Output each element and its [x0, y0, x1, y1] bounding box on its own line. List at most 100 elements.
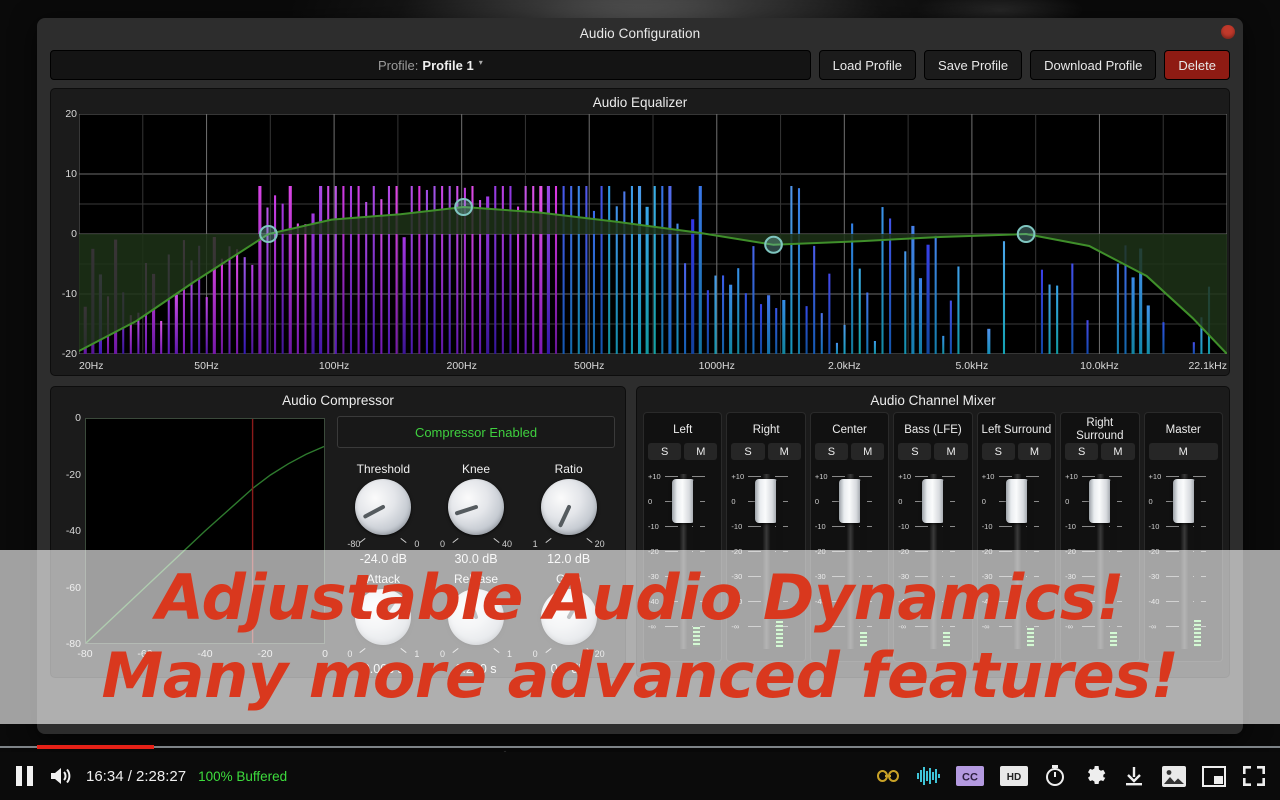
knob-min: 1 [532, 539, 538, 549]
knob-dial[interactable] [446, 479, 506, 539]
knob-dial[interactable] [353, 479, 413, 539]
progress-bar[interactable] [0, 745, 1280, 749]
fader-area[interactable]: +10 0 -10 -20 -30 -40 -∞ [729, 470, 802, 655]
mute-button[interactable]: M [1101, 443, 1135, 460]
equalizer-plot-wrap: 20 10 0 -10 -20 20Hz 50Hz 100Hz 200Hz 500Hz 1000H… [51, 108, 1229, 372]
hd-icon[interactable]: HD [1000, 766, 1028, 786]
mute-button[interactable]: M [1148, 443, 1218, 460]
mute-button[interactable]: M [1017, 443, 1052, 460]
knob-value: 0.003 s [362, 662, 404, 676]
fader-area[interactable]: +10 0 -10 -20 -30 -40 -∞ [896, 470, 969, 655]
equalizer-y-tick: 10 [65, 168, 77, 180]
fullscreen-icon[interactable] [1242, 765, 1266, 787]
knob-dial[interactable] [539, 589, 599, 649]
fader-handle[interactable] [755, 479, 779, 523]
delete-profile-button[interactable]: Delete [1164, 50, 1230, 80]
equalizer-y-tick: 0 [71, 228, 77, 240]
mute-button[interactable]: M [851, 443, 885, 460]
close-dot-icon[interactable] [1221, 25, 1235, 39]
mute-button[interactable]: M [684, 443, 718, 460]
compressor-graph-wrap: 0 -20 -40 -60 -80 -80 -60 -40 -20 0 [55, 412, 331, 664]
profile-label: Profile: [377, 57, 419, 73]
knob-label: Gain [555, 572, 582, 586]
channel-buttons: SM [1063, 443, 1136, 460]
knob-attack[interactable]: Attack 0 1 0.003 s [337, 572, 430, 676]
solo-button[interactable]: S [898, 443, 932, 460]
fader-handle[interactable] [838, 479, 862, 523]
knob-gain[interactable]: Gain 0 20 0.0 dB [522, 572, 615, 676]
fader-handle[interactable] [672, 479, 695, 523]
knob-threshold[interactable]: Threshold -80 0 -24.0 dB [337, 462, 430, 566]
knob-dial[interactable] [539, 479, 599, 539]
knob-knee[interactable]: Knee 0 40 30.0 dB [430, 462, 523, 566]
mixer-title: Audio Channel Mixer [870, 393, 996, 408]
speed-timer-icon[interactable] [1044, 764, 1066, 788]
knob-dial[interactable] [446, 589, 506, 649]
channel-buttons: SM [980, 443, 1053, 460]
download-icon[interactable] [1122, 764, 1146, 788]
level-meter-fill [1110, 631, 1118, 647]
fader-handle[interactable] [922, 479, 946, 523]
compressor-x-tick: 0 [322, 648, 328, 660]
equalizer-panel: Audio Equalizer 20 10 0 -10 -20 20Hz 50Hz 100H… [50, 88, 1230, 376]
level-meter [1026, 480, 1034, 647]
solo-button[interactable]: S [814, 443, 849, 460]
progress-buffered [0, 746, 1280, 748]
level-meter [776, 480, 784, 647]
knob-max: 20 [594, 649, 605, 659]
load-profile-button[interactable]: Load Profile [818, 50, 917, 80]
knob-range: -80 0 [347, 537, 419, 551]
pause-icon[interactable] [14, 764, 36, 788]
screenshot-icon[interactable] [1162, 765, 1186, 787]
chevron-down-icon: ▾ [478, 57, 483, 67]
equalizer-y-tick: -20 [61, 348, 77, 360]
level-meter [1110, 480, 1118, 647]
fader-area[interactable]: +10 0 -10 -20 -30 -40 -∞ [980, 470, 1053, 655]
knob-ratio[interactable]: Ratio 1 20 12.0 dB [522, 462, 615, 566]
knob-dial[interactable] [353, 589, 413, 649]
pip-icon[interactable] [1202, 765, 1226, 787]
solo-button[interactable]: S [648, 443, 682, 460]
progress-played [37, 745, 154, 749]
gear-icon[interactable] [1082, 764, 1106, 788]
equalizer-svg [79, 114, 1227, 354]
fader-area[interactable]: +10 0 -10 -20 -30 -40 -∞ [813, 470, 886, 655]
cc-icon[interactable]: CC [956, 766, 984, 786]
equalizer-x-tick: 50Hz [194, 360, 219, 372]
level-meter [1193, 480, 1201, 647]
fader-handle[interactable] [1172, 479, 1196, 523]
equalizer-x-tick: 1000Hz [698, 360, 735, 372]
mute-button[interactable]: M [934, 443, 968, 460]
fader-area[interactable]: +10 0 -10 -20 -30 -40 -∞ [1063, 470, 1136, 655]
fader-area[interactable]: +10 0 -10 -20 -30 -40 -∞ [646, 470, 719, 655]
fader-area[interactable]: +10 0 -10 -20 -30 -40 -∞ [1147, 470, 1220, 655]
save-profile-button[interactable]: Save Profile [924, 50, 1023, 80]
audio-track-icon[interactable] [916, 765, 940, 787]
solo-button[interactable]: S [981, 443, 1015, 460]
compressor-x-tick: -40 [197, 648, 213, 660]
mute-button[interactable]: M [767, 443, 801, 460]
level-meter [693, 480, 700, 647]
fader-handle[interactable] [1089, 479, 1113, 523]
compressor-y-tick: 0 [75, 412, 81, 424]
knob-value: 0.0 dB [550, 662, 587, 676]
volume-icon[interactable] [48, 764, 74, 788]
download-profile-button[interactable]: Download Profile [1030, 50, 1157, 80]
fader-handle[interactable] [1005, 479, 1029, 523]
compressor-knob-grid: Threshold -80 0 -24.0 dB Knee 0 40 30.0 dB Ratio… [337, 462, 615, 676]
knob-release[interactable]: Release 0 1 0.250 s [430, 572, 523, 676]
compressor-y-tick: -60 [65, 581, 81, 594]
profile-select[interactable]: Profile: Profile 1 ▾ [50, 50, 811, 80]
equalizer-plot[interactable] [79, 114, 1227, 354]
compressor-svg [85, 419, 325, 644]
channel-buttons: SM [896, 443, 969, 460]
solo-button[interactable]: S [731, 443, 765, 460]
level-meter [859, 480, 867, 647]
channel-name: Bass (LFE) [904, 423, 962, 436]
compressor-enable-toggle[interactable]: Compressor Enabled [337, 416, 615, 448]
equalizer-x-tick: 500Hz [574, 360, 605, 372]
link-icon[interactable] [876, 765, 900, 787]
channel-name: Left Surround [981, 423, 1052, 436]
solo-button[interactable]: S [1065, 443, 1099, 460]
knob-label: Knee [461, 462, 490, 476]
